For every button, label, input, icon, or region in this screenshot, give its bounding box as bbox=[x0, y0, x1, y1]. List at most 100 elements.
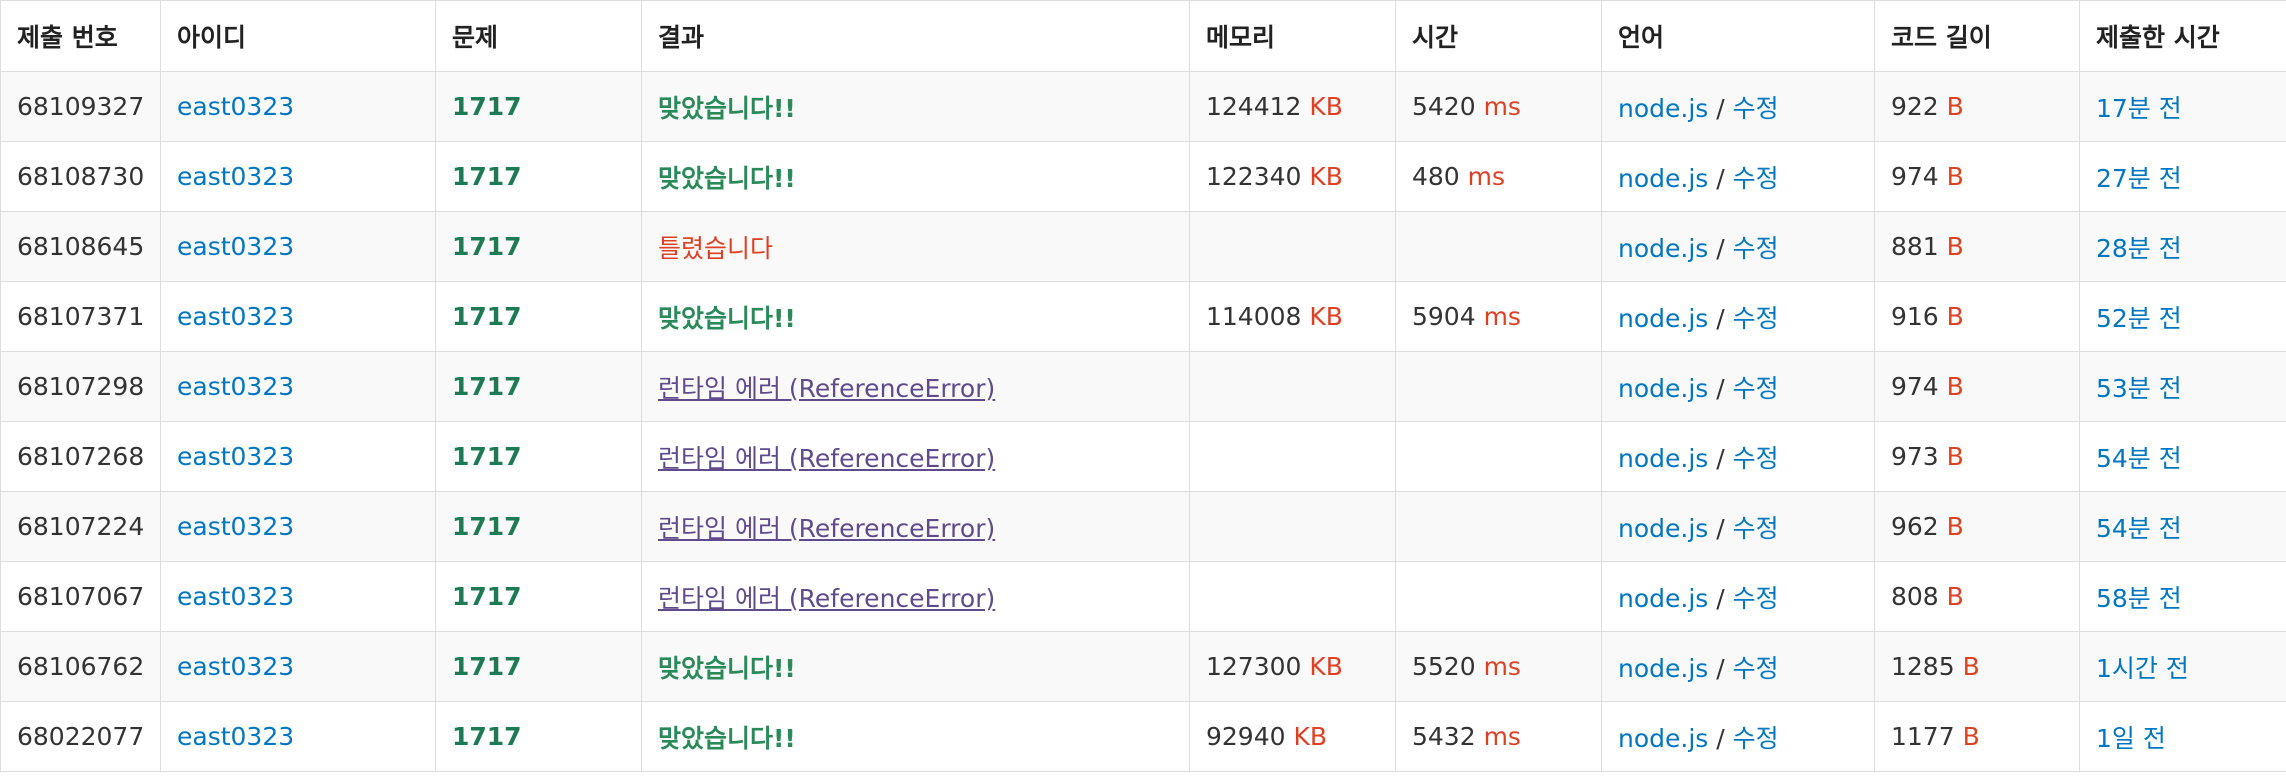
time-value: 5520 bbox=[1412, 652, 1476, 681]
submitted-time-link[interactable]: 27분 전 bbox=[2096, 164, 2182, 193]
edit-link[interactable]: 수정 bbox=[1733, 654, 1779, 683]
table-row: 68107224 east0323 1717 런타임 에러 (ReferenceErr… bbox=[0, 491, 2286, 562]
language-link[interactable]: node.js bbox=[1618, 94, 1708, 123]
status-table: 제출 번호 아이디 문제 결과 메모리 시간 언어 코드 길이 제출한 시간 6… bbox=[0, 0, 2286, 772]
user-link[interactable]: east0323 bbox=[177, 92, 294, 121]
submitted-time-link[interactable]: 53분 전 bbox=[2096, 374, 2182, 403]
result-wa: 틀렸습니다 bbox=[658, 233, 774, 263]
submitted-time-link[interactable]: 28분 전 bbox=[2096, 234, 2182, 263]
language-link[interactable]: node.js bbox=[1618, 374, 1708, 403]
code-length-unit: B bbox=[1946, 302, 1964, 331]
result-cell: 맞았습니다!! bbox=[641, 281, 1190, 352]
language-cell: node.js / 수정 bbox=[1601, 281, 1875, 352]
edit-link[interactable]: 수정 bbox=[1733, 724, 1779, 753]
problem-link[interactable]: 1717 bbox=[452, 582, 522, 611]
submitted-time-link[interactable]: 1시간 전 bbox=[2096, 654, 2189, 683]
problem-link[interactable]: 1717 bbox=[452, 512, 522, 541]
code-length-unit: B bbox=[1946, 582, 1964, 611]
language-link[interactable]: node.js bbox=[1618, 304, 1708, 333]
user-link[interactable]: east0323 bbox=[177, 232, 294, 261]
language-link[interactable]: node.js bbox=[1618, 514, 1708, 543]
result-rte[interactable]: 런타임 에러 (ReferenceError) bbox=[658, 514, 995, 543]
problem-link[interactable]: 1717 bbox=[452, 302, 522, 331]
edit-link[interactable]: 수정 bbox=[1733, 444, 1779, 473]
submitted-time-link[interactable]: 54분 전 bbox=[2096, 444, 2182, 473]
table-row: 68022077 east0323 1717 맞았습니다!! 92940 KB 5432 … bbox=[0, 701, 2286, 772]
header-submission-id: 제출 번호 bbox=[0, 0, 161, 72]
problem-link[interactable]: 1717 bbox=[452, 722, 522, 751]
submission-id-cell: 68107067 bbox=[0, 561, 161, 632]
memory-cell: 124412 KB bbox=[1189, 71, 1396, 142]
submission-id: 68107371 bbox=[17, 302, 145, 331]
user-link[interactable]: east0323 bbox=[177, 442, 294, 471]
language-link[interactable]: node.js bbox=[1618, 164, 1708, 193]
table-row: 68109327 east0323 1717 맞았습니다!! 124412 KB 5420… bbox=[0, 71, 2286, 142]
problem-link[interactable]: 1717 bbox=[452, 92, 522, 121]
language-link[interactable]: node.js bbox=[1618, 444, 1708, 473]
language-separator: / bbox=[1716, 93, 1725, 123]
table-row: 68108730 east0323 1717 맞았습니다!! 122340 KB 480 … bbox=[0, 141, 2286, 212]
submission-id: 68107067 bbox=[17, 582, 145, 611]
language-cell: node.js / 수정 bbox=[1601, 491, 1875, 562]
memory-value: 92940 bbox=[1206, 722, 1286, 751]
result-ac: 맞았습니다!! bbox=[658, 653, 796, 683]
table-row: 68107371 east0323 1717 맞았습니다!! 114008 KB 5904… bbox=[0, 281, 2286, 352]
edit-link[interactable]: 수정 bbox=[1733, 304, 1779, 333]
problem-link[interactable]: 1717 bbox=[452, 372, 522, 401]
edit-link[interactable]: 수정 bbox=[1733, 584, 1779, 613]
language-link[interactable]: node.js bbox=[1618, 584, 1708, 613]
memory-cell bbox=[1189, 561, 1396, 632]
result-rte[interactable]: 런타임 에러 (ReferenceError) bbox=[658, 584, 995, 613]
submitted-time-link[interactable]: 54분 전 bbox=[2096, 514, 2182, 543]
user-link[interactable]: east0323 bbox=[177, 512, 294, 541]
memory-cell: 122340 KB bbox=[1189, 141, 1396, 212]
submission-id-cell: 68107371 bbox=[0, 281, 161, 352]
submission-id: 68107224 bbox=[17, 512, 145, 541]
language-cell: node.js / 수정 bbox=[1601, 211, 1875, 282]
user-cell: east0323 bbox=[160, 701, 436, 772]
user-link[interactable]: east0323 bbox=[177, 582, 294, 611]
submitted-time-link[interactable]: 1일 전 bbox=[2096, 724, 2166, 753]
table-row: 68108645 east0323 1717 틀렸습니다 node.js / 수정 881… bbox=[0, 211, 2286, 282]
user-link[interactable]: east0323 bbox=[177, 722, 294, 751]
edit-link[interactable]: 수정 bbox=[1733, 374, 1779, 403]
header-user-id: 아이디 bbox=[160, 0, 436, 72]
edit-link[interactable]: 수정 bbox=[1733, 234, 1779, 263]
language-separator: / bbox=[1716, 233, 1725, 263]
submitted-time-link[interactable]: 58분 전 bbox=[2096, 584, 2182, 613]
submission-id: 68106762 bbox=[17, 652, 145, 681]
submission-id-cell: 68022077 bbox=[0, 701, 161, 772]
problem-link[interactable]: 1717 bbox=[452, 442, 522, 471]
edit-link[interactable]: 수정 bbox=[1733, 164, 1779, 193]
memory-cell: 92940 KB bbox=[1189, 701, 1396, 772]
problem-link[interactable]: 1717 bbox=[452, 652, 522, 681]
language-link[interactable]: node.js bbox=[1618, 654, 1708, 683]
language-cell: node.js / 수정 bbox=[1601, 631, 1875, 702]
language-link[interactable]: node.js bbox=[1618, 724, 1708, 753]
edit-link[interactable]: 수정 bbox=[1733, 94, 1779, 123]
language-link[interactable]: node.js bbox=[1618, 234, 1708, 263]
problem-cell: 1717 bbox=[435, 281, 642, 352]
submitted-time-cell: 53분 전 bbox=[2079, 351, 2286, 422]
code-length-value: 922 bbox=[1891, 92, 1939, 121]
problem-link[interactable]: 1717 bbox=[452, 232, 522, 261]
code-length-unit: B bbox=[1946, 512, 1964, 541]
problem-link[interactable]: 1717 bbox=[452, 162, 522, 191]
code-length-value: 962 bbox=[1891, 512, 1939, 541]
result-rte[interactable]: 런타임 에러 (ReferenceError) bbox=[658, 444, 995, 473]
user-link[interactable]: east0323 bbox=[177, 652, 294, 681]
user-link[interactable]: east0323 bbox=[177, 372, 294, 401]
submitted-time-link[interactable]: 17분 전 bbox=[2096, 94, 2182, 123]
edit-link[interactable]: 수정 bbox=[1733, 514, 1779, 543]
submitted-time-link[interactable]: 52분 전 bbox=[2096, 304, 2182, 333]
user-link[interactable]: east0323 bbox=[177, 162, 294, 191]
code-length-value: 808 bbox=[1891, 582, 1939, 611]
language-cell: node.js / 수정 bbox=[1601, 141, 1875, 212]
submitted-time-cell: 17분 전 bbox=[2079, 71, 2286, 142]
language-separator: / bbox=[1716, 373, 1725, 403]
problem-cell: 1717 bbox=[435, 631, 642, 702]
result-rte[interactable]: 런타임 에러 (ReferenceError) bbox=[658, 374, 995, 403]
user-link[interactable]: east0323 bbox=[177, 302, 294, 331]
memory-cell bbox=[1189, 491, 1396, 562]
table-row: 68106762 east0323 1717 맞았습니다!! 127300 KB 5520… bbox=[0, 631, 2286, 702]
